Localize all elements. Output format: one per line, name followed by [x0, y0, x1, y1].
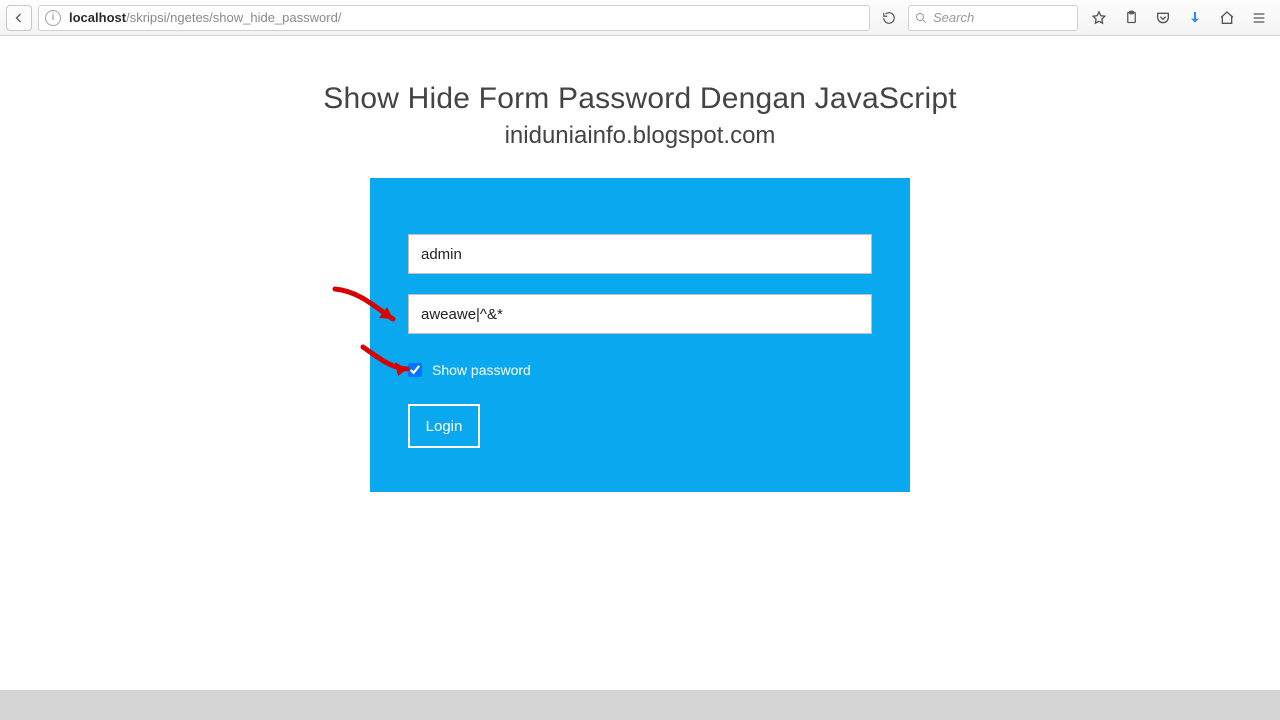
login-panel: Show password Login	[370, 178, 910, 492]
url-host: localhost	[69, 10, 126, 25]
url-path: /skripsi/ngetes/show_hide_password/	[126, 10, 341, 25]
search-placeholder: Search	[933, 10, 974, 25]
show-password-label: Show password	[432, 362, 531, 378]
page-viewport: Show Hide Form Password Dengan JavaScrip…	[0, 36, 1280, 720]
search-box[interactable]: Search	[908, 5, 1078, 31]
show-password-checkbox[interactable]	[408, 363, 422, 377]
toolbar-icons	[1090, 9, 1268, 27]
search-icon	[915, 12, 927, 24]
page-title: Show Hide Form Password Dengan JavaScrip…	[323, 82, 956, 116]
login-button[interactable]: Login	[408, 404, 480, 448]
download-icon[interactable]	[1186, 9, 1204, 27]
bookmark-star-icon[interactable]	[1090, 9, 1108, 27]
bottom-shade	[0, 690, 1280, 720]
url-bar[interactable]: i localhost/skripsi/ngetes/show_hide_pas…	[38, 5, 870, 31]
home-icon[interactable]	[1218, 9, 1236, 27]
site-info-icon[interactable]: i	[45, 10, 61, 26]
browser-toolbar: i localhost/skripsi/ngetes/show_hide_pas…	[0, 0, 1280, 36]
page-content: Show Hide Form Password Dengan JavaScrip…	[0, 36, 1280, 492]
pocket-icon[interactable]	[1154, 9, 1172, 27]
back-button[interactable]	[6, 5, 32, 31]
password-input[interactable]	[408, 294, 872, 334]
menu-icon[interactable]	[1250, 9, 1268, 27]
reload-button[interactable]	[876, 5, 902, 31]
show-password-row[interactable]: Show password	[408, 362, 872, 378]
page-subtitle: iniduniainfo.blogspot.com	[505, 122, 776, 150]
url-text: localhost/skripsi/ngetes/show_hide_passw…	[69, 10, 341, 25]
clipboard-icon[interactable]	[1122, 9, 1140, 27]
username-input[interactable]	[408, 234, 872, 274]
